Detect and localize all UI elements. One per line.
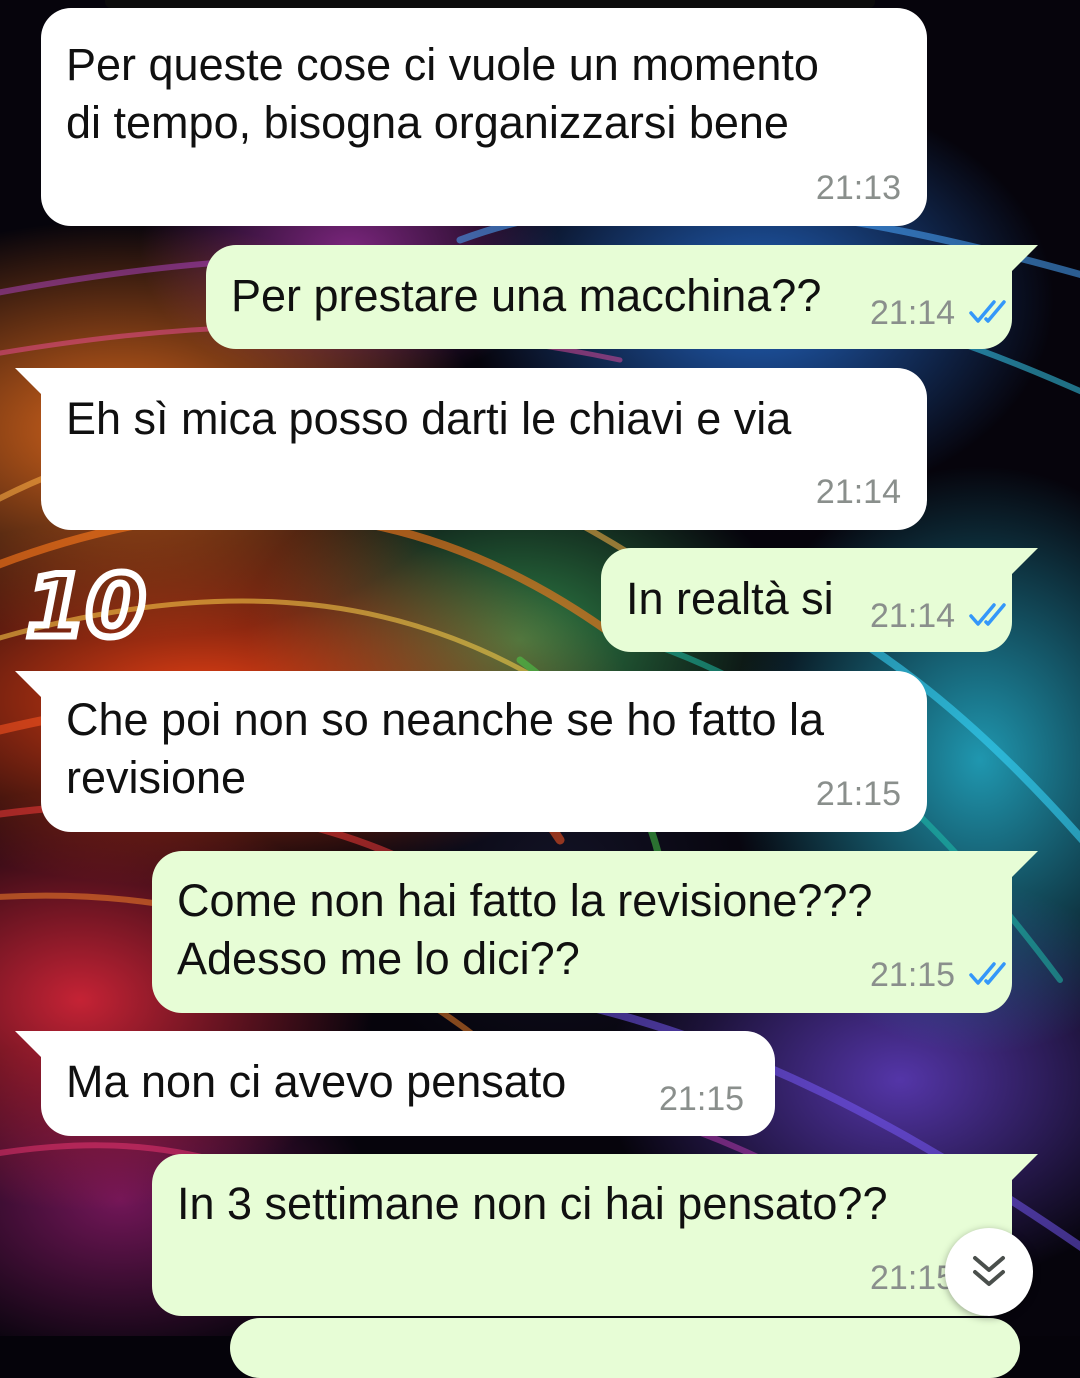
message-text: Come non hai fatto la revisione??? Adess…	[177, 875, 873, 984]
message-incoming[interactable]: Per queste cose ci vuole un momento di t…	[41, 8, 927, 226]
message-text: Eh sì mica posso darti le chiavi e via	[66, 393, 792, 444]
message-outgoing[interactable]: Come non hai fatto la revisione??? Adess…	[152, 851, 1012, 1013]
bubble-tail	[1012, 548, 1038, 574]
message-timestamp: 21:15	[659, 1080, 745, 1118]
bubble-tail	[1012, 1154, 1038, 1180]
message-incoming[interactable]: Ma non ci avevo pensato 21:15	[41, 1031, 775, 1136]
chevron-double-down-icon	[973, 1256, 1005, 1286]
message-incoming[interactable]: Eh sì mica posso darti le chiavi e via 2…	[41, 368, 927, 530]
message-timestamp: 21:14	[870, 294, 956, 332]
message-incoming[interactable]: Che poi non so neanche se ho fatto la re…	[41, 671, 927, 832]
message-timestamp: 21:13	[815, 169, 901, 207]
bubble-tail	[15, 671, 41, 697]
annotation-text: 10	[26, 557, 146, 646]
bubble-tail	[15, 1031, 41, 1057]
previous-bubble-edge	[105, 0, 875, 8]
bubble-tail	[15, 368, 41, 394]
message-text: Ma non ci avevo pensato	[66, 1056, 567, 1107]
message-timestamp: 21:15	[870, 956, 956, 994]
message-text: In realtà si	[626, 573, 834, 624]
message-outgoing[interactable]: In realtà si 21:14	[601, 548, 1012, 652]
message-timestamp: 21:14	[870, 597, 956, 635]
double-check-icon	[969, 300, 1006, 323]
message-outgoing-partial	[230, 1318, 1020, 1378]
message-text: Per prestare una macchina??	[231, 270, 822, 321]
message-outgoing[interactable]: Per prestare una macchina?? 21:14	[206, 245, 1012, 349]
scroll-to-bottom-button[interactable]	[945, 1228, 1033, 1316]
handwritten-annotation: 10	[24, 556, 149, 646]
bubble-tail	[1012, 245, 1038, 271]
message-timestamp: 21:15	[870, 1259, 956, 1297]
message-text: Che poi non so neanche se ho fatto la re…	[66, 694, 825, 803]
double-check-icon	[969, 603, 1006, 626]
message-timestamp: 21:15	[815, 775, 901, 813]
message-outgoing[interactable]: In 3 settimane non ci hai pensato?? 21:1…	[152, 1154, 1012, 1316]
bubble-tail	[1012, 851, 1038, 877]
double-check-icon	[969, 962, 1006, 985]
message-text: In 3 settimane non ci hai pensato??	[177, 1178, 888, 1229]
message-text: Per queste cose ci vuole un momento di t…	[66, 39, 819, 148]
message-timestamp: 21:14	[815, 473, 901, 511]
